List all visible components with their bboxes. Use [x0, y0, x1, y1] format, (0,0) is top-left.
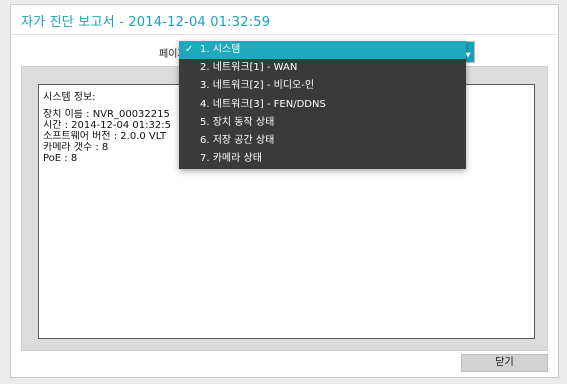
- dropdown-item-device-status[interactable]: 5. 장치 동작 상태: [179, 114, 466, 132]
- system-info-heading: 시스템 정보:: [43, 92, 96, 103]
- dialog-title: 자가 진단 보고서 - 2014-12-04 01:32:59: [21, 15, 271, 30]
- page-dropdown-menu: ✓ 1. 시스템 2. 네트워크[1] - WAN 3. 네트워크[2] - 비…: [179, 41, 466, 169]
- title-divider: [11, 34, 558, 35]
- dropdown-item-label: 3. 네트워크[2] - 비디오-인: [200, 80, 315, 92]
- close-button[interactable]: 닫기: [461, 354, 548, 372]
- dropdown-item-label: 6. 저장 공간 상태: [200, 134, 275, 146]
- dropdown-item-network-fen-ddns[interactable]: 4. 네트워크[3] - FEN/DDNS: [179, 96, 466, 114]
- check-icon: ✓: [185, 44, 194, 55]
- dropdown-item-label: 5. 장치 동작 상태: [200, 116, 275, 128]
- dropdown-item-network-wan[interactable]: 2. 네트워크[1] - WAN: [179, 59, 466, 77]
- dropdown-item-label: 2. 네트워크[1] - WAN: [200, 62, 298, 74]
- dropdown-item-camera-status[interactable]: 7. 카메라 상태: [179, 150, 466, 168]
- dropdown-item-label: 7. 카메라 상태: [200, 153, 262, 165]
- dropdown-item-label: 4. 네트워크[3] - FEN/DDNS: [200, 98, 326, 110]
- dropdown-item-label: 1. 시스템: [200, 44, 241, 55]
- dropdown-item-network-video-in[interactable]: 3. 네트워크[2] - 비디오-인: [179, 77, 466, 95]
- dropdown-item-storage-status[interactable]: 6. 저장 공간 상태: [179, 132, 466, 150]
- dropdown-item-system[interactable]: ✓ 1. 시스템: [179, 41, 466, 60]
